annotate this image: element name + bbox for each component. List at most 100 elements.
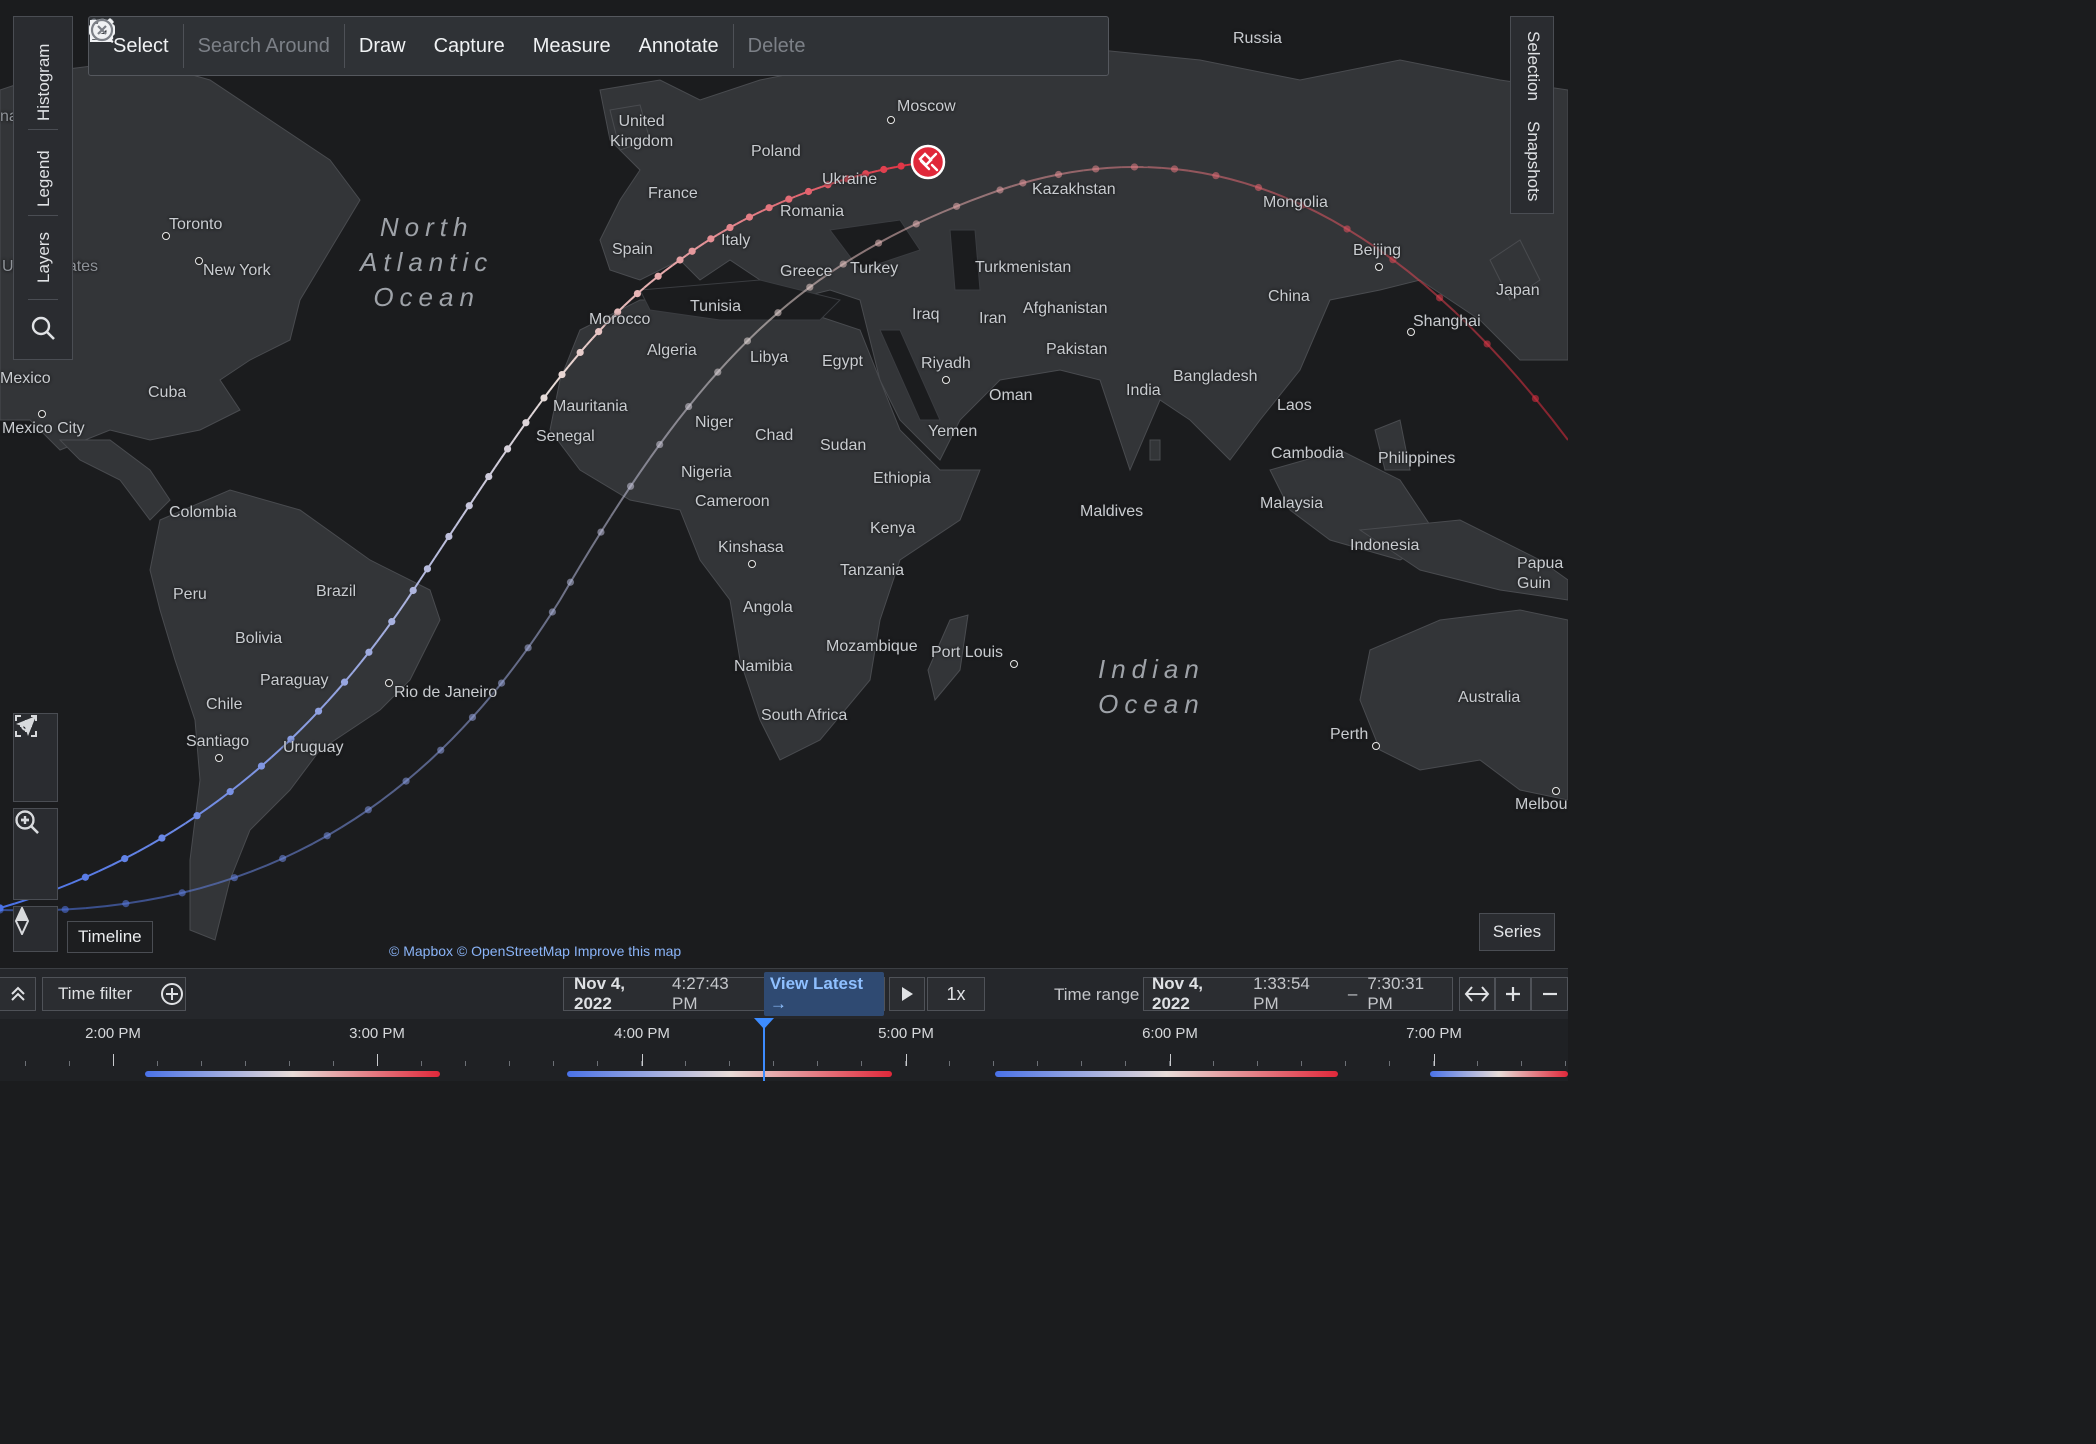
expand-timeline-button[interactable] <box>0 977 36 1011</box>
track-point[interactable] <box>558 370 566 379</box>
track-point[interactable] <box>257 762 266 770</box>
play-button[interactable] <box>889 977 925 1011</box>
track-point[interactable] <box>540 394 548 402</box>
track-point[interactable] <box>465 502 473 510</box>
track-point[interactable] <box>745 213 754 221</box>
track-point[interactable] <box>445 532 453 541</box>
tab-selection[interactable]: Selection <box>1523 31 1543 101</box>
current-time-display[interactable]: Nov 4, 2022 4:27:43 PM View Latest → <box>563 972 885 1016</box>
track-point[interactable] <box>81 873 89 881</box>
tab-snapshots[interactable]: Snapshots <box>1523 121 1543 201</box>
track-point[interactable] <box>468 713 477 721</box>
track-point[interactable] <box>122 899 130 908</box>
track-point[interactable] <box>323 832 331 840</box>
track-point[interactable] <box>409 586 417 595</box>
tab-histogram[interactable]: Histogram <box>34 44 54 121</box>
track-point[interactable] <box>121 855 129 863</box>
track-point[interactable] <box>685 402 693 411</box>
track-point[interactable] <box>226 788 234 796</box>
timeline-cursor-handle-icon[interactable] <box>754 1018 774 1030</box>
range-zoom-out-button[interactable] <box>1531 977 1568 1011</box>
track-point[interactable] <box>576 348 584 357</box>
track-point[interactable] <box>485 472 493 481</box>
compass-control[interactable] <box>13 906 58 952</box>
track-point[interactable] <box>340 678 349 686</box>
track-point[interactable] <box>1254 183 1263 192</box>
track-point[interactable] <box>785 195 793 203</box>
track-point[interactable] <box>1212 172 1220 180</box>
track-point[interactable] <box>423 565 432 573</box>
track-point[interactable] <box>912 220 920 228</box>
timeline-label[interactable]: Timeline <box>67 921 153 953</box>
fit-range-button[interactable] <box>1459 977 1495 1011</box>
search-around-button[interactable]: Search Around <box>90 16 344 76</box>
track-point[interactable] <box>626 482 635 490</box>
track-point[interactable] <box>656 440 664 449</box>
speed-button[interactable]: 1x <box>927 977 985 1011</box>
fit-bounds-button[interactable] <box>14 715 57 804</box>
track-point[interactable] <box>437 746 445 754</box>
track-point[interactable] <box>676 256 684 264</box>
measure-button[interactable]: Measure <box>89 16 625 76</box>
track-point[interactable] <box>654 272 662 280</box>
track-point[interactable] <box>497 679 506 687</box>
draw-button[interactable]: Draw <box>90 16 420 76</box>
track-point[interactable] <box>726 223 734 232</box>
capture-button[interactable]: Capture <box>91 16 519 76</box>
track-point[interactable] <box>1170 165 1179 173</box>
track-point[interactable] <box>688 247 696 255</box>
zoom-out-button[interactable] <box>14 810 57 899</box>
track-point[interactable] <box>279 854 287 863</box>
annotate-button[interactable]: Annotate <box>90 16 733 76</box>
track-point[interactable] <box>1019 179 1027 187</box>
track-point[interactable] <box>1436 294 1444 302</box>
track-point[interactable] <box>839 260 847 268</box>
track-point[interactable] <box>996 186 1004 194</box>
delete-button[interactable]: Delete <box>90 16 820 76</box>
track-point[interactable] <box>402 777 410 785</box>
series-button[interactable]: Series <box>1479 913 1555 951</box>
track-point[interactable] <box>1343 225 1351 233</box>
track-point[interactable] <box>953 202 961 210</box>
track-point[interactable] <box>774 309 782 317</box>
satellite-marker-icon[interactable] <box>910 144 946 180</box>
track-point[interactable] <box>597 528 605 536</box>
track-point[interactable] <box>765 204 773 212</box>
track-point[interactable] <box>61 905 69 914</box>
track-point[interactable] <box>158 834 166 842</box>
track-point[interactable] <box>1531 394 1540 403</box>
map-attribution[interactable]: © Mapbox © OpenStreetMap Improve this ma… <box>389 943 681 959</box>
track-point[interactable] <box>522 419 530 427</box>
track-point[interactable] <box>595 328 603 336</box>
time-range-display[interactable]: Nov 4, 2022 1:33:54 PM – 7:30:31 PM <box>1143 974 1453 1013</box>
track-point[interactable] <box>566 578 575 586</box>
track-point[interactable] <box>314 707 323 715</box>
track-point[interactable] <box>743 337 752 345</box>
track-point[interactable] <box>1130 163 1139 171</box>
track-point[interactable] <box>1483 340 1491 348</box>
track-point[interactable] <box>365 648 373 656</box>
track-point[interactable] <box>548 608 556 616</box>
track-point[interactable] <box>230 874 238 882</box>
track-point[interactable] <box>524 644 532 652</box>
track-point[interactable] <box>1092 165 1100 173</box>
track-point[interactable] <box>806 283 814 291</box>
track-point[interactable] <box>874 239 883 247</box>
track-point[interactable] <box>633 289 642 298</box>
track-point[interactable] <box>193 812 201 820</box>
range-zoom-in-button[interactable] <box>1495 977 1531 1011</box>
tab-layers[interactable]: Layers <box>34 232 54 283</box>
track-point[interactable] <box>707 235 715 243</box>
track-point[interactable] <box>804 187 813 196</box>
track-point[interactable] <box>388 618 396 626</box>
tab-legend[interactable]: Legend <box>34 150 54 207</box>
track-point[interactable] <box>714 368 722 376</box>
compass-button[interactable] <box>14 907 57 951</box>
search-icon[interactable] <box>30 315 56 341</box>
view-latest-button[interactable]: View Latest → <box>763 972 884 1016</box>
track-point[interactable] <box>178 889 186 897</box>
track-point[interactable] <box>897 162 905 170</box>
track-point[interactable] <box>1054 170 1063 179</box>
track-point[interactable] <box>503 445 512 453</box>
time-filter-button[interactable]: Time filter <box>42 977 186 1011</box>
